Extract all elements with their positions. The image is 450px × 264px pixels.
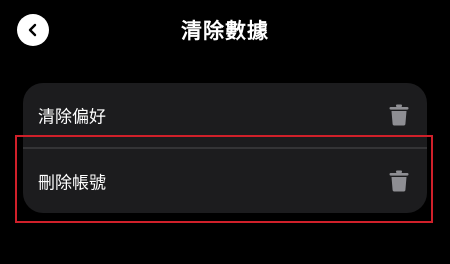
- clear-preferences-row[interactable]: 清除偏好: [23, 83, 427, 147]
- page-title: 清除數據: [181, 19, 269, 43]
- trash-icon[interactable]: [389, 170, 409, 192]
- delete-account-label: 刪除帳號: [38, 173, 106, 194]
- trash-icon[interactable]: [389, 104, 409, 126]
- clear-preferences-label: 清除偏好: [38, 107, 106, 128]
- delete-account-row[interactable]: 刪除帳號: [23, 149, 427, 213]
- settings-card: 清除偏好 刪除帳號: [23, 83, 427, 213]
